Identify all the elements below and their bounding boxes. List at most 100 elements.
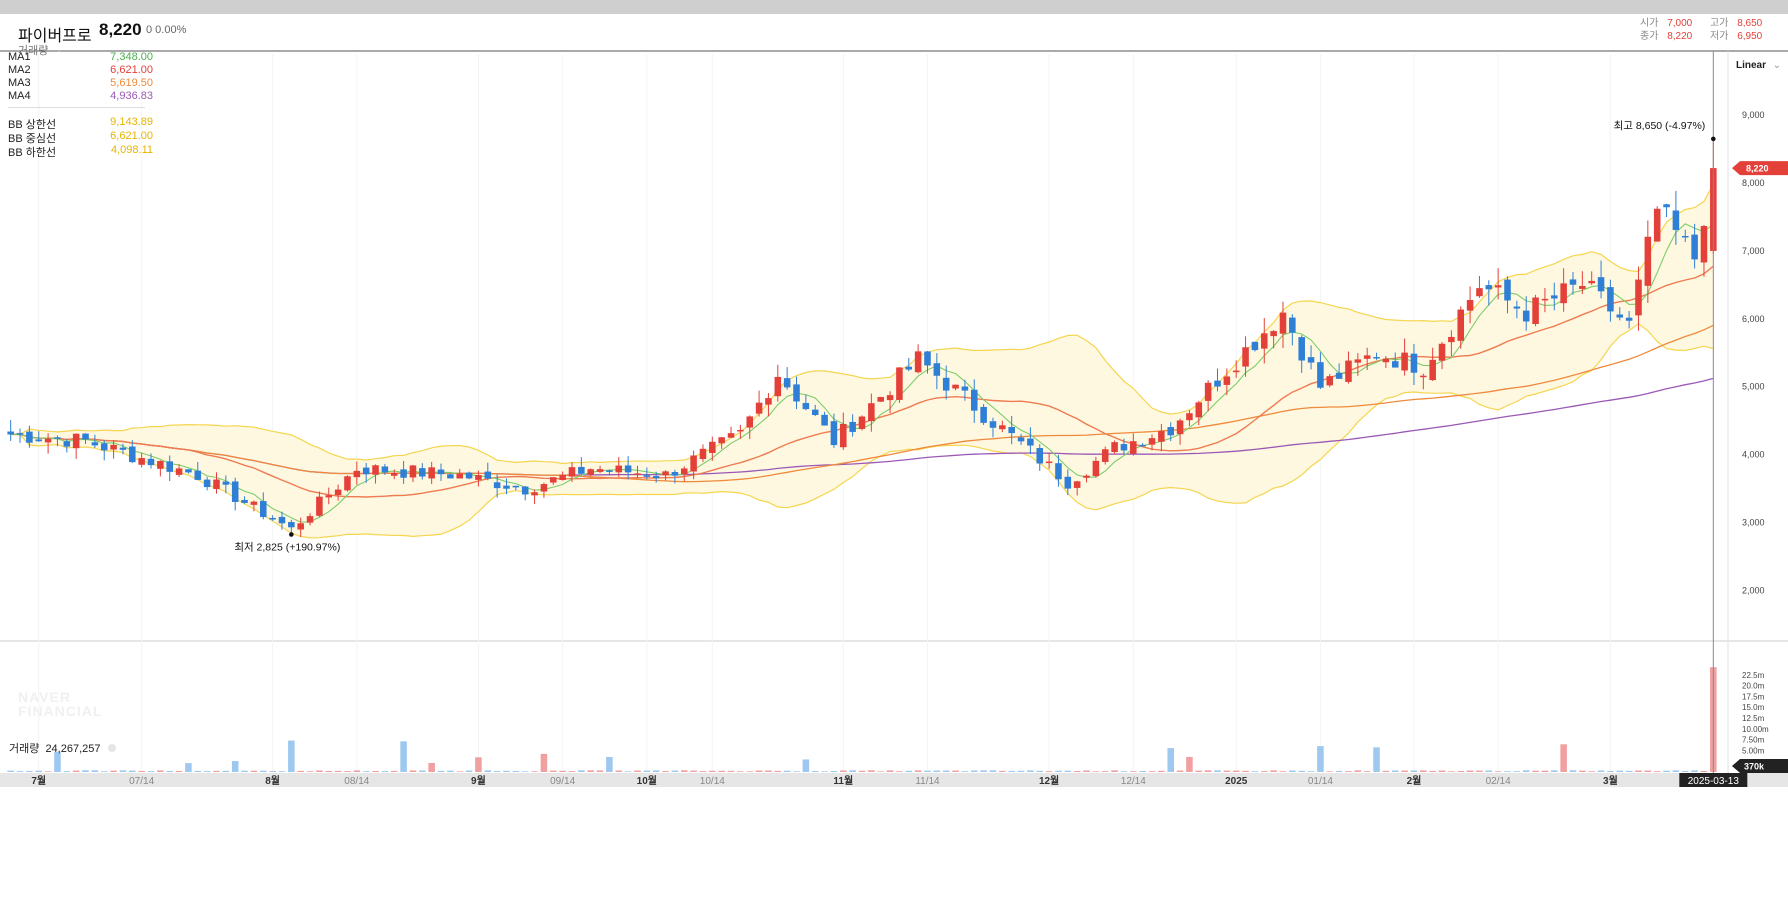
candle-body	[447, 474, 454, 479]
candle-body	[914, 351, 922, 373]
volume-bar	[1401, 770, 1408, 772]
price-tick-label: 4,000	[1742, 450, 1765, 460]
volume-bar	[924, 770, 931, 772]
candle-body	[1644, 236, 1652, 286]
candle-body	[372, 465, 379, 475]
volume-bar	[1653, 771, 1661, 772]
volume-bar	[718, 770, 725, 772]
volume-bar	[1158, 770, 1165, 772]
candle-body	[1083, 475, 1090, 478]
volume-tick-label: 17.5m	[1742, 692, 1765, 701]
candle-body	[222, 481, 230, 485]
time-axis-label: 11/14	[915, 776, 940, 787]
price-tick-label: 3,000	[1742, 518, 1765, 528]
candle-body	[203, 479, 211, 488]
volume-bar	[905, 770, 913, 772]
time-axis-label: 7월	[31, 775, 46, 787]
candle-body	[755, 402, 763, 414]
volume-bar	[1345, 771, 1352, 772]
volume-tick-label: 5.00m	[1742, 746, 1765, 755]
volume-bar	[709, 770, 716, 772]
candle-body	[1401, 352, 1408, 371]
volume-bar	[129, 770, 136, 772]
annotation-label: 최고 8,650 (-4.97%)	[1614, 120, 1706, 132]
time-axis-label: 07/14	[129, 776, 154, 787]
volume-bar	[1120, 771, 1128, 772]
volume-bar	[596, 770, 604, 772]
candle-body	[802, 402, 810, 410]
volume-bar	[1335, 770, 1343, 772]
volume-bar	[1485, 770, 1493, 772]
volume-bar	[1326, 771, 1334, 772]
settings-dot-icon[interactable]	[107, 744, 116, 752]
volume-bar	[1504, 771, 1511, 772]
candle-body	[1251, 341, 1259, 351]
candle-body	[1569, 279, 1577, 285]
volume-bar	[390, 770, 398, 772]
candle-body	[241, 499, 248, 503]
crosshair-date-label: 2025-03-13	[1688, 776, 1740, 787]
candle-body	[138, 458, 145, 465]
legend-ma2: MA2 6,621.00	[8, 64, 153, 76]
time-axis-label: 12월	[1039, 775, 1059, 787]
volume-bar	[278, 771, 286, 772]
low-value: 6,950	[1737, 31, 1763, 42]
candle-body	[578, 466, 585, 474]
legend-ma4: MA4 4,936.83	[8, 90, 153, 102]
price-tick-label: 8,000	[1742, 178, 1765, 188]
candle-body	[840, 423, 847, 448]
legend-value: 7,348.00	[110, 51, 153, 63]
volume-bar	[1457, 770, 1465, 772]
candle-body	[1186, 413, 1193, 421]
time-axis-label: 2025	[1225, 776, 1248, 787]
candle-body	[1420, 375, 1427, 378]
volume-bar	[1391, 770, 1399, 772]
candle-body	[980, 406, 987, 423]
candle-body	[306, 516, 314, 523]
candle-body	[793, 384, 800, 402]
volume-bar	[288, 740, 295, 772]
candle-body	[1653, 208, 1661, 242]
legend-value: 4,098.11	[110, 144, 153, 156]
volume-tick-label: 10.00m	[1742, 725, 1769, 734]
volume-bar	[727, 770, 735, 772]
volume-bar	[428, 762, 435, 772]
volume-bar	[44, 771, 52, 772]
candle-body	[765, 398, 772, 405]
candle-body	[1055, 463, 1062, 480]
candle-body	[316, 496, 323, 516]
volume-bar	[952, 770, 959, 772]
volume-bar	[1691, 770, 1698, 772]
candle-body	[259, 501, 267, 518]
volume-bar	[1663, 770, 1670, 772]
volume-bar	[942, 770, 950, 772]
price-chart[interactable]: 2,000 3,000 4,000 5,000 6,000 7,000 8,000 9,000…	[0, 14, 1788, 899]
ohlc-low: 저가 6,950	[1710, 27, 1762, 42]
volume-bar	[465, 770, 473, 772]
volume-bar	[830, 771, 838, 772]
volume-bar	[1373, 747, 1380, 772]
candle-body	[1335, 372, 1343, 379]
candle-body	[278, 516, 286, 524]
candle-body	[896, 367, 903, 400]
candle-body	[858, 416, 866, 429]
candle-body	[933, 363, 941, 376]
candle-body	[1391, 361, 1399, 368]
candle-body	[924, 351, 931, 366]
volume-bar	[970, 770, 978, 772]
candle-body	[1045, 461, 1053, 464]
volume-bar	[1541, 770, 1549, 772]
volume-bar	[1036, 770, 1044, 772]
volume-bar	[372, 770, 379, 772]
volume-bar	[1232, 770, 1240, 772]
candle-body	[746, 416, 754, 428]
scale-toggle-button[interactable]: Linear ⌄	[1736, 60, 1781, 71]
candle-body	[54, 437, 61, 439]
volume-tick-label: 7.50m	[1742, 736, 1765, 745]
legend-value: 6,621.00	[110, 64, 153, 76]
legend-bb-lower: BB 하한선 4,098.11	[8, 144, 153, 160]
candle-body	[606, 470, 613, 472]
volume-bar	[1027, 770, 1034, 772]
candle-body	[465, 472, 473, 479]
time-axis-label: 8월	[265, 775, 280, 787]
